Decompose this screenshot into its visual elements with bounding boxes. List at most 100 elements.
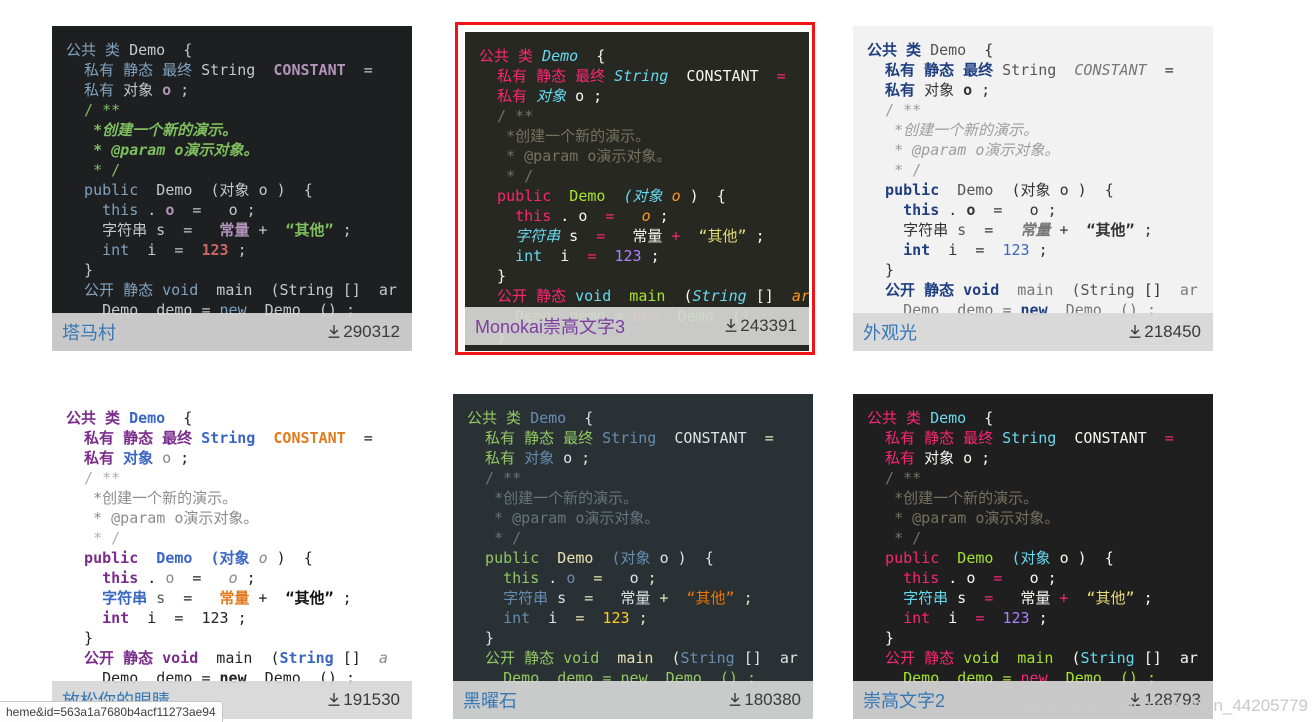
download-arrow-icon: [725, 319, 737, 332]
code-token: =: [966, 589, 1021, 607]
code-token: *创建一个新的演示。: [467, 489, 639, 507]
download-arrow-icon: [729, 693, 741, 706]
code-token: ;: [1134, 589, 1153, 607]
code-token: 静态: [123, 429, 163, 447]
code-token: “其他”: [698, 227, 747, 245]
code-token: s: [156, 221, 166, 239]
code-token: main: [1008, 281, 1063, 299]
code-token: this: [867, 569, 949, 587]
code-token: o: [659, 549, 669, 567]
code-token: String: [692, 287, 747, 305]
code-token: o: [671, 187, 681, 205]
theme-card[interactable]: 公共 类 Demo { 私有 静态 最终 String CONSTANT = 私…: [453, 394, 813, 719]
code-token: ) {: [1068, 181, 1114, 199]
code-token: +: [249, 221, 286, 239]
code-line: * @param o演示对象。: [66, 140, 412, 160]
code-line: *创建一个新的演示。: [867, 120, 1213, 140]
code-token: Demo: [548, 549, 603, 567]
code-token: 私有: [66, 61, 124, 79]
code-token: * @param o演示对象。: [867, 509, 1060, 527]
code-line: int i = 123 ;: [867, 608, 1213, 628]
code-token: =: [758, 67, 786, 85]
theme-card[interactable]: 公共 类 Demo { 私有 静态 最终 String CONSTANT = 私…: [853, 26, 1213, 351]
code-token: ;: [333, 589, 352, 607]
code-token: []: [342, 281, 361, 299]
code-token: 最终: [575, 67, 615, 85]
download-arrow-icon: [328, 693, 340, 706]
download-count-value: 128793: [1144, 690, 1201, 709]
theme-card-footer: 塔马村 290312: [52, 313, 412, 351]
code-token: o: [1029, 201, 1039, 219]
code-token: 类: [906, 41, 931, 59]
theme-card[interactable]: 公共 类 Demo { 私有 静态 最终 String CONSTANT = 私…: [52, 394, 412, 719]
code-token: []: [1143, 281, 1162, 299]
code-line: *创建一个新的演示。: [479, 126, 809, 146]
code-token: 公开: [867, 649, 925, 667]
theme-name-label[interactable]: 崇高文字2: [863, 687, 945, 713]
code-token: }: [479, 267, 507, 285]
code-line: / **: [467, 468, 813, 488]
theme-card[interactable]: 公共 类 Demo { 私有 静态 最终 String CONSTANT = 私…: [853, 394, 1213, 719]
code-token: * @param o演示对象。: [479, 147, 672, 165]
code-line: }: [66, 260, 412, 280]
code-token: =: [975, 201, 1030, 219]
code-token: o: [228, 201, 238, 219]
code-token: (对象: [602, 549, 660, 567]
code-token: String: [201, 61, 256, 79]
code-line: }: [867, 628, 1213, 648]
download-arrow-icon: [328, 325, 340, 338]
code-token: }: [66, 261, 94, 279]
theme-name-label[interactable]: 黑曜石: [463, 687, 517, 713]
code-token: .: [560, 207, 579, 225]
code-token: * @param o演示对象。: [66, 141, 259, 159]
code-token: * /: [867, 529, 922, 547]
code-line: * /: [467, 528, 813, 548]
theme-card[interactable]: 公共 类 Demo { 私有 静态 最终 String CONSTANT = 私…: [455, 22, 815, 355]
code-token: 最终: [963, 61, 1003, 79]
code-token: ;: [228, 609, 247, 627]
code-token: void: [162, 649, 208, 667]
code-preview: 公共 类 Demo { 私有 静态 最终 String CONSTANT = 私…: [52, 26, 412, 351]
code-line: 公开 静态 void main (String [] ar: [66, 280, 412, 300]
code-token: “其他”: [285, 221, 334, 239]
code-token: +: [650, 589, 687, 607]
theme-name-label[interactable]: 塔马村: [62, 319, 116, 345]
code-token: ;: [1038, 201, 1057, 219]
download-count: 290312: [327, 322, 400, 342]
code-line: / **: [479, 106, 809, 126]
code-token: String: [680, 649, 735, 667]
code-token: String: [1080, 649, 1135, 667]
code-token: }: [867, 629, 895, 647]
code-token: ;: [734, 589, 753, 607]
theme-card[interactable]: 公共 类 Demo { 私有 静态 最终 String CONSTANT = 私…: [52, 26, 412, 351]
code-line: public Demo (对象 o ) {: [867, 548, 1213, 568]
theme-name-label[interactable]: 外观光: [863, 319, 917, 345]
code-line: 私有 对象 o ;: [479, 86, 809, 106]
code-token: public: [867, 181, 949, 199]
code-token: 静态: [924, 429, 964, 447]
download-arrow-icon: [1129, 325, 1141, 338]
code-token: =: [966, 221, 1021, 239]
code-token: ;: [584, 87, 603, 105]
code-token: ar: [773, 287, 809, 305]
theme-card-footer: 黑曜石 180380: [453, 681, 813, 719]
code-token: main: [1008, 649, 1063, 667]
code-token: 静态: [123, 649, 163, 667]
code-token: CONSTANT: [674, 429, 747, 447]
code-token: this: [467, 569, 549, 587]
code-token: ;: [638, 569, 657, 587]
code-token: []: [734, 649, 762, 667]
code-token: 静态: [536, 67, 576, 85]
code-token: ;: [237, 201, 256, 219]
code-line: }: [867, 260, 1213, 280]
code-line: 字符串 s = 常量 + “其他” ;: [867, 588, 1213, 608]
code-line: 字符串 s = 常量 + “其他” ;: [66, 220, 412, 240]
code-token: ;: [972, 449, 991, 467]
code-token: 公共: [467, 409, 507, 427]
code-token: s: [156, 589, 166, 607]
code-token: .: [147, 569, 166, 587]
theme-name-label[interactable]: Monokai崇高文字3: [475, 313, 625, 339]
code-token: this: [867, 201, 949, 219]
code-token: o: [563, 449, 573, 467]
